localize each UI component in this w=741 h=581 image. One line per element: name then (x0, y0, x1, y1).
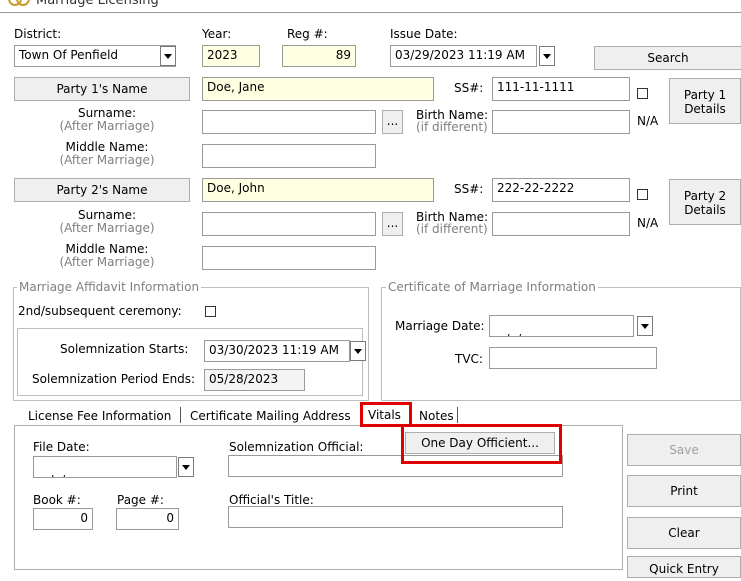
party2-name-button[interactable]: Party 2's Name (14, 178, 190, 202)
party2-birth-name-label: Birth Name: (if different) (416, 210, 489, 236)
save-button[interactable]: Save (627, 434, 741, 466)
party1-details-button[interactable]: Party 1 Details (669, 78, 741, 124)
ceremony-label: 2nd/subsequent ceremony: (18, 304, 182, 318)
marriage-date-dropdown-arrow[interactable] (637, 316, 653, 336)
chevron-down-icon (164, 53, 172, 59)
party1-ss-label: SS#: (454, 81, 484, 95)
search-button[interactable]: Search (594, 46, 741, 70)
solemnization-official-label: Solemnization Official: (229, 440, 364, 454)
party2-middle-field[interactable] (202, 246, 376, 270)
party1-ss-na-checkbox[interactable] (637, 88, 648, 99)
ceremony-checkbox[interactable] (205, 306, 216, 317)
party1-middle-label: Middle Name: (After Marriage) (59, 140, 155, 167)
marriage-date-field[interactable]: / / : (489, 315, 634, 337)
district-dropdown-arrow[interactable] (160, 46, 176, 66)
solemnization-ends-field: 05/28/2023 (204, 369, 305, 391)
party2-browse-button[interactable]: ... (382, 212, 403, 236)
chevron-down-icon (182, 464, 190, 470)
chevron-down-icon (354, 348, 362, 354)
issue-date-label: Issue Date: (390, 27, 458, 41)
official-title-field[interactable] (228, 506, 563, 528)
party1-browse-button[interactable]: ... (382, 110, 403, 134)
issue-date-field[interactable]: 03/29/2023 11:19 AM (390, 45, 537, 67)
party2-middle-label: Middle Name: (After Marriage) (59, 242, 155, 269)
reg-label: Reg #: (287, 27, 328, 41)
quick-entry-button[interactable]: Quick Entry (627, 556, 741, 578)
party2-birth-name-field[interactable] (492, 212, 630, 236)
party2-surname-label: Surname: (After Marriage) (59, 208, 155, 235)
solemnization-ends-label: Solemnization Period Ends: (32, 372, 196, 386)
party2-name-field[interactable]: Doe, John (202, 178, 434, 202)
solemnization-starts-label: Solemnization Starts: (60, 342, 189, 356)
party1-name-button[interactable]: Party 1's Name (14, 77, 190, 101)
chevron-down-icon (641, 323, 649, 329)
party1-ss-field[interactable]: 111-11-1111 (492, 77, 630, 101)
file-date-label: File Date: (33, 440, 90, 454)
tab-separator (457, 407, 458, 423)
solemnization-starts-dropdown-arrow[interactable] (350, 341, 366, 361)
app-logo-icon (8, 0, 30, 8)
party1-surname-label: Surname: (After Marriage) (59, 106, 155, 133)
party2-ss-label: SS#: (454, 182, 484, 196)
marriage-date-label: Marriage Date: (395, 319, 485, 333)
party2-ss-na-checkbox[interactable] (637, 189, 648, 200)
one-day-officient-highlight (401, 424, 562, 464)
book-field[interactable]: 0 (33, 508, 93, 530)
party1-na-label: N/A (637, 114, 659, 128)
district-select[interactable]: Town Of Penfield (14, 45, 176, 67)
year-label: Year: (202, 27, 232, 41)
tab-license-fee[interactable]: License Fee Information (28, 409, 171, 423)
party1-birth-name-label: Birth Name: (if different) (416, 108, 489, 134)
party1-surname-field[interactable] (202, 110, 376, 134)
clear-button[interactable]: Clear (627, 517, 741, 549)
print-button[interactable]: Print (627, 475, 741, 507)
official-title-label: Official's Title: (229, 493, 314, 507)
tab-notes[interactable]: Notes (419, 409, 454, 423)
chevron-down-icon (543, 53, 551, 59)
tvc-label: TVC: (455, 352, 483, 366)
solemnization-starts-field[interactable]: 03/30/2023 11:19 AM (204, 340, 350, 362)
party1-birth-name-field[interactable] (492, 110, 630, 134)
party2-na-label: N/A (637, 216, 659, 230)
party2-ss-field[interactable]: 222-22-2222 (492, 178, 630, 202)
file-date-field[interactable]: / / : (33, 456, 177, 478)
issue-date-dropdown-arrow[interactable] (539, 46, 555, 66)
file-date-dropdown-arrow[interactable] (178, 457, 194, 477)
tab-separator (180, 407, 181, 423)
window-title: Marriage Licensing (36, 0, 159, 8)
tvc-field[interactable] (489, 347, 657, 369)
book-label: Book #: (33, 493, 81, 507)
party1-middle-field[interactable] (202, 144, 376, 168)
party1-name-field[interactable]: Doe, Jane (202, 77, 434, 101)
title-bar: Marriage Licensing (0, 0, 741, 12)
party2-details-button[interactable]: Party 2 Details (669, 179, 741, 225)
page-field[interactable]: 0 (116, 508, 179, 530)
page-label: Page #: (117, 493, 164, 507)
title-divider (0, 12, 741, 13)
year-field[interactable]: 2023 (202, 45, 260, 67)
tab-certificate-mailing[interactable]: Certificate Mailing Address (190, 409, 351, 423)
certificate-group-title: Certificate of Marriage Information (386, 280, 598, 294)
certificate-group (381, 287, 741, 401)
affidavit-group-title: Marriage Affidavit Information (17, 280, 202, 294)
reg-field[interactable]: 89 (282, 45, 356, 67)
party2-surname-field[interactable] (202, 212, 376, 236)
district-label: District: (14, 27, 62, 41)
